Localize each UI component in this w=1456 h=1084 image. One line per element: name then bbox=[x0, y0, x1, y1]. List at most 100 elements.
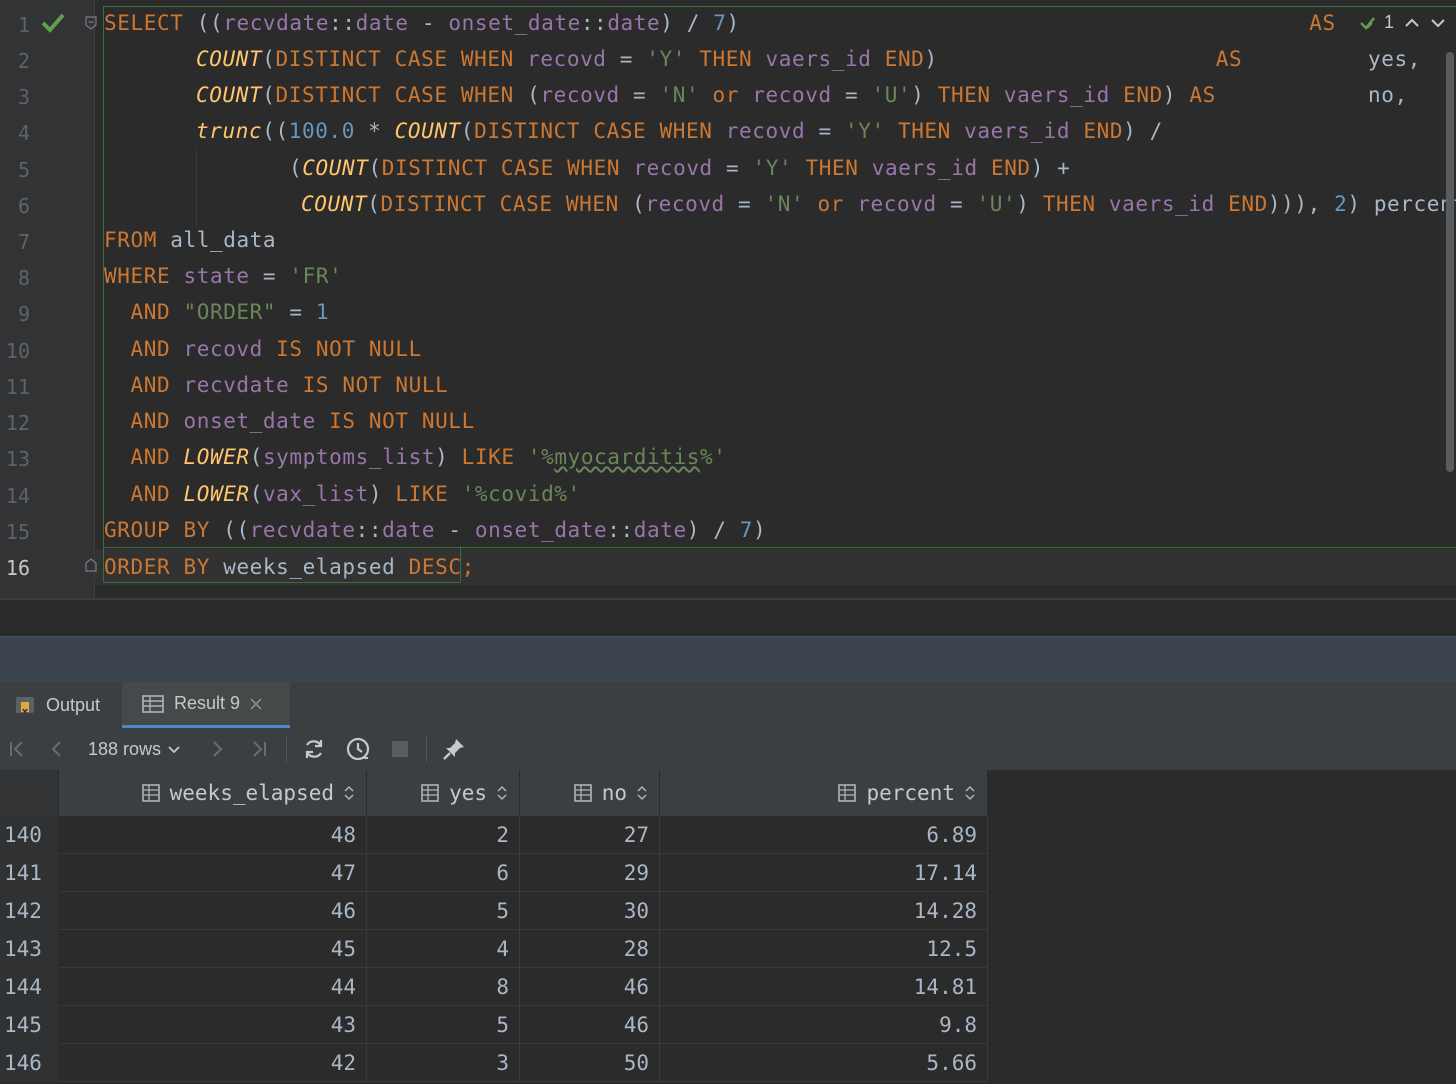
chevron-up-icon[interactable] bbox=[1404, 15, 1420, 31]
rows-count-label: 188 rows bbox=[88, 738, 162, 759]
cell-no[interactable]: 28 bbox=[520, 930, 660, 968]
cell-no[interactable]: 27 bbox=[520, 816, 660, 854]
line-number: 3 bbox=[17, 85, 30, 109]
sort-icon[interactable] bbox=[344, 785, 354, 801]
editor-scrollbar[interactable] bbox=[1446, 52, 1454, 472]
cell-weeks-elapsed[interactable]: 46 bbox=[59, 892, 367, 930]
column-icon bbox=[838, 784, 857, 802]
rows-count-dropdown[interactable]: 188 rows bbox=[88, 728, 181, 770]
line-number: 7 bbox=[17, 230, 30, 254]
tab-result-label: Result 9 bbox=[174, 693, 241, 713]
cell-yes[interactable]: 5 bbox=[367, 1006, 520, 1044]
stop-icon[interactable] bbox=[388, 728, 412, 770]
refresh-icon[interactable] bbox=[300, 728, 328, 770]
sort-icon[interactable] bbox=[497, 785, 507, 801]
cell-weeks-elapsed[interactable]: 43 bbox=[59, 1006, 367, 1044]
cell-percent[interactable]: 9.8 bbox=[660, 1006, 988, 1044]
column-header-label: weeks_elapsed bbox=[169, 781, 334, 805]
fold-start-icon[interactable] bbox=[85, 16, 97, 30]
column-header-percent[interactable]: percent bbox=[660, 770, 988, 816]
cell-percent[interactable]: 14.81 bbox=[660, 968, 988, 1006]
row-number: 141 bbox=[0, 854, 58, 892]
cell-percent[interactable]: 6.89 bbox=[660, 816, 988, 854]
line-number: 2 bbox=[17, 49, 30, 73]
code-line-3: COUNT(DISTINCT CASE WHEN (recovd = 'N' o… bbox=[196, 83, 1216, 107]
sort-icon[interactable] bbox=[965, 785, 975, 801]
fold-end-icon[interactable] bbox=[85, 558, 97, 572]
table-row[interactable]: 142 46 5 30 14.28 bbox=[0, 892, 988, 930]
code-line-12: AND onset_date IS NOT NULL bbox=[104, 409, 475, 433]
output-icon bbox=[16, 697, 34, 714]
column-header-no[interactable]: no bbox=[520, 770, 660, 816]
table-row[interactable]: 146 42 3 50 5.66 bbox=[0, 1044, 988, 1082]
toolbar-separator bbox=[426, 736, 427, 762]
table-row[interactable]: 145 43 5 46 9.8 bbox=[0, 1006, 988, 1044]
first-page-icon[interactable] bbox=[4, 728, 30, 770]
cell-weeks-elapsed[interactable]: 44 bbox=[59, 968, 367, 1006]
cell-weeks-elapsed[interactable]: 42 bbox=[59, 1044, 367, 1082]
code-line-13: AND LOWER(symptoms_list) LIKE '%myocardi… bbox=[104, 445, 727, 469]
line-number: 13 bbox=[5, 447, 30, 471]
cell-percent[interactable]: 14.28 bbox=[660, 892, 988, 930]
cell-no[interactable]: 29 bbox=[520, 854, 660, 892]
column-icon bbox=[573, 784, 592, 802]
inspection-count-badge[interactable]: 1 bbox=[1360, 12, 1394, 33]
cell-no[interactable]: 30 bbox=[520, 892, 660, 930]
code-line-2: COUNT(DISTINCT CASE WHEN recovd = 'Y' TH… bbox=[196, 47, 1243, 71]
inspection-widget[interactable]: 1 bbox=[1360, 12, 1446, 33]
cell-weeks-elapsed[interactable]: 45 bbox=[59, 930, 367, 968]
results-tab-bar: Output Result 9 bbox=[0, 682, 1456, 729]
table-row[interactable]: 144 44 8 46 14.81 bbox=[0, 968, 988, 1006]
cell-yes[interactable]: 5 bbox=[367, 892, 520, 930]
sql-editor[interactable]: 1 2 3 4 5 6 7 8 9 10 11 12 13 14 15 16 S… bbox=[0, 0, 1456, 600]
prev-page-icon[interactable] bbox=[44, 728, 70, 770]
tab-output[interactable]: Output bbox=[14, 682, 100, 728]
cell-percent[interactable]: 5.66 bbox=[660, 1044, 988, 1082]
results-grid[interactable]: weeks_elapsed yes no percent 140 48 2 27… bbox=[0, 770, 1456, 1084]
sort-icon[interactable] bbox=[637, 785, 647, 801]
cell-yes[interactable]: 3 bbox=[367, 1044, 520, 1082]
row-number-header bbox=[0, 770, 59, 816]
cell-yes[interactable]: 4 bbox=[367, 930, 520, 968]
next-page-icon[interactable] bbox=[204, 728, 230, 770]
history-icon[interactable] bbox=[343, 728, 373, 770]
last-page-icon[interactable] bbox=[246, 728, 272, 770]
table-row[interactable]: 143 45 4 28 12.5 bbox=[0, 930, 988, 968]
row-number: 142 bbox=[0, 892, 58, 930]
code-line-16: ORDER BY weeks_elapsed DESC; bbox=[104, 555, 475, 579]
cell-percent[interactable]: 17.14 bbox=[660, 854, 988, 892]
cell-yes[interactable]: 2 bbox=[367, 816, 520, 854]
column-header-yes[interactable]: yes bbox=[367, 770, 520, 816]
chevron-down-icon[interactable] bbox=[1430, 15, 1446, 31]
pin-icon[interactable] bbox=[440, 728, 468, 770]
table-row[interactable]: 141 47 6 29 17.14 bbox=[0, 854, 988, 892]
table-row[interactable]: 140 48 2 27 6.89 bbox=[0, 816, 988, 854]
toolbar-separator bbox=[286, 736, 287, 762]
column-icon bbox=[141, 784, 160, 802]
code-line-9: AND "ORDER" = 1 bbox=[104, 300, 330, 324]
line-number: 10 bbox=[5, 339, 30, 363]
line-number: 1 bbox=[17, 13, 30, 37]
services-panel-header[interactable] bbox=[0, 636, 1456, 683]
code-line-11: AND recvdate IS NOT NULL bbox=[104, 373, 449, 397]
results-toolbar: 188 rows bbox=[0, 728, 1456, 770]
tab-result[interactable]: Result 9 bbox=[122, 682, 290, 728]
line-number: 4 bbox=[17, 121, 30, 145]
cell-no[interactable]: 46 bbox=[520, 1006, 660, 1044]
cell-no[interactable]: 46 bbox=[520, 968, 660, 1006]
cell-weeks-elapsed[interactable]: 48 bbox=[59, 816, 367, 854]
code-line-10: AND recovd IS NOT NULL bbox=[104, 337, 422, 361]
cell-yes[interactable]: 6 bbox=[367, 854, 520, 892]
cell-no[interactable]: 50 bbox=[520, 1044, 660, 1082]
column-header-weeks-elapsed[interactable]: weeks_elapsed bbox=[59, 770, 367, 816]
table-icon bbox=[142, 694, 164, 713]
line-number: 8 bbox=[17, 266, 30, 290]
cell-yes[interactable]: 8 bbox=[367, 968, 520, 1006]
cell-weeks-elapsed[interactable]: 47 bbox=[59, 854, 367, 892]
cell-percent[interactable]: 12.5 bbox=[660, 930, 988, 968]
line-number: 5 bbox=[17, 158, 30, 182]
close-icon[interactable] bbox=[250, 697, 262, 710]
line-number: 15 bbox=[5, 520, 30, 544]
line-number: 9 bbox=[17, 302, 30, 326]
code-line-1: SELECT ((recvdate::date - onset_date::da… bbox=[104, 11, 1336, 35]
